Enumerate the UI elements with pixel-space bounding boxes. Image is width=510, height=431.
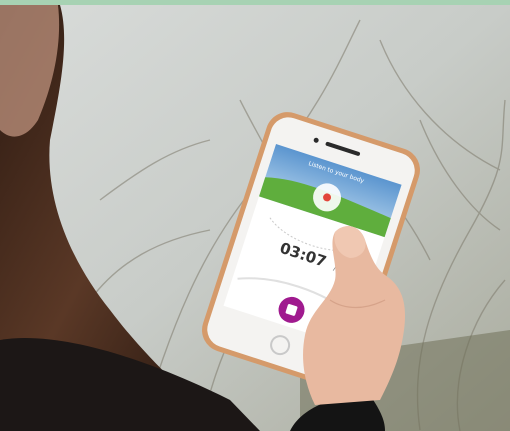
top-accent-bar <box>0 0 510 5</box>
photo-scene: Listen to your body 03:07 / 10 <box>0 0 510 431</box>
timer-display: 03:07 <box>278 239 329 271</box>
record-stop-button[interactable] <box>275 294 308 327</box>
phone-screen-overlay: Listen to your body 03:07 / 10 <box>275 160 406 405</box>
screen-header: Listen to your body <box>307 160 365 185</box>
